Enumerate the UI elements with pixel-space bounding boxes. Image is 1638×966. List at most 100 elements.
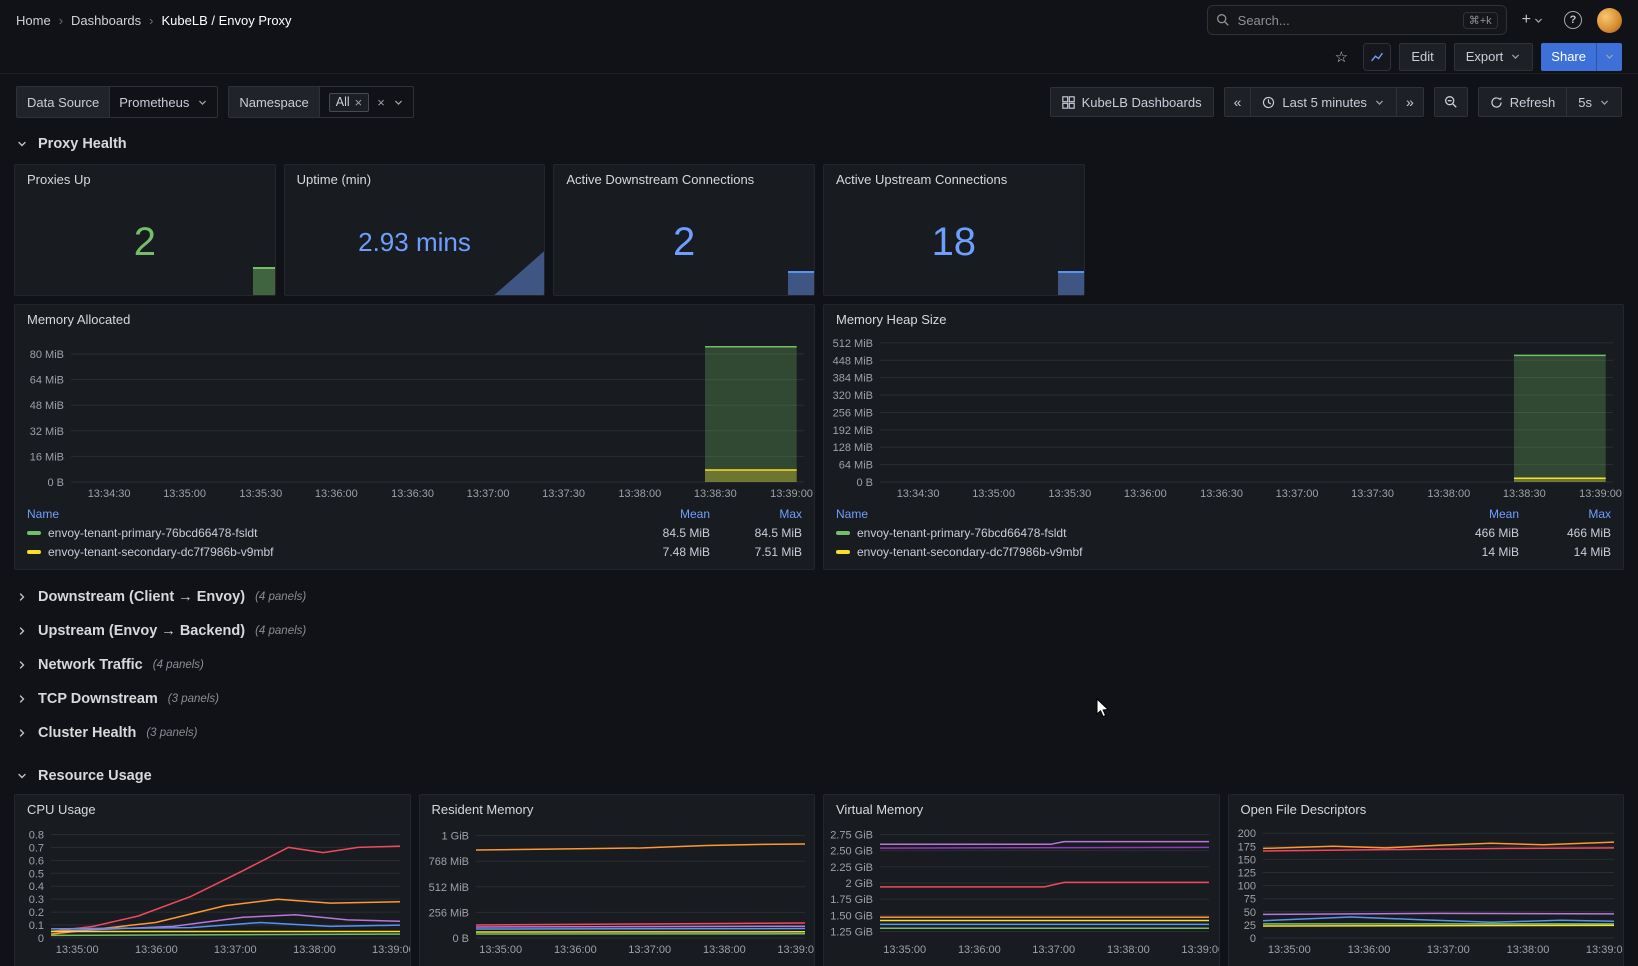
svg-text:13:37:00: 13:37:00: [1276, 488, 1319, 500]
time-range-picker[interactable]: Last 5 minutes: [1250, 87, 1397, 117]
refresh-icon: [1490, 96, 1503, 109]
legend-row[interactable]: envoy-tenant-primary-76bcd66478-fsldt84.…: [27, 523, 802, 542]
panel-cpu-usage[interactable]: CPU Usage 00.10.20.30.40.50.60.70.813:35…: [14, 794, 411, 966]
panel-title[interactable]: CPU Usage: [15, 795, 410, 820]
panel-title[interactable]: Memory Allocated: [15, 305, 814, 330]
breadcrumb-home[interactable]: Home: [16, 13, 51, 28]
insights-button[interactable]: [1363, 43, 1391, 71]
add-new-button[interactable]: +: [1517, 5, 1549, 35]
edit-button[interactable]: Edit: [1399, 43, 1445, 71]
user-avatar[interactable]: [1597, 8, 1622, 33]
grid-icon: [1062, 96, 1075, 109]
panel-memory-heap-size[interactable]: Memory Heap Size 0 B64 MiB128 MiB192 MiB…: [823, 304, 1624, 570]
section-downstream[interactable]: Downstream (Client → Envoy) (4 panels): [0, 580, 1638, 614]
memory-allocated-chart[interactable]: 0 B16 MiB32 MiB48 MiB64 MiB80 MiB13:34:3…: [15, 330, 814, 502]
svg-text:0 B: 0 B: [856, 477, 873, 489]
panel-resident-memory[interactable]: Resident Memory 0 B256 MiB512 MiB768 MiB…: [419, 794, 816, 966]
edit-label: Edit: [1411, 49, 1433, 64]
zoom-out-button[interactable]: [1434, 87, 1468, 117]
section-upstream[interactable]: Upstream (Envoy → Backend) (4 panels): [0, 614, 1638, 648]
section-panel-count: (3 panels): [168, 693, 219, 705]
svg-text:13:35:00: 13:35:00: [1267, 944, 1310, 956]
panel-uptime[interactable]: Uptime (min) 2.93 mins: [284, 164, 546, 296]
svg-text:13:38:30: 13:38:30: [1503, 488, 1546, 500]
panel-active-downstream-connections[interactable]: Active Downstream Connections 2: [553, 164, 815, 296]
open-file-descriptors-chart[interactable]: 025507510012515017520013:35:0013:36:0013…: [1229, 820, 1624, 958]
legend-row[interactable]: envoy-tenant-secondary-dc7f7986b-v9mbf7.…: [27, 542, 802, 561]
panel-memory-allocated[interactable]: Memory Allocated 0 B16 MiB32 MiB48 MiB64…: [14, 304, 815, 570]
series-color-swatch: [836, 550, 850, 554]
legend-header[interactable]: NameMeanMax: [27, 504, 802, 523]
star-dashboard-button[interactable]: ☆: [1327, 43, 1355, 71]
time-shift-back-button[interactable]: «: [1224, 87, 1252, 117]
global-search[interactable]: ⌘+k: [1207, 5, 1507, 35]
export-button[interactable]: Export: [1454, 43, 1534, 71]
breadcrumb-dashboards[interactable]: Dashboards: [71, 13, 141, 28]
stat-panels-row: Proxies Up 2 Uptime (min) 2.93 mins Acti…: [0, 164, 1638, 296]
time-picker-group: « Last 5 minutes »: [1224, 87, 1424, 117]
section-cluster-health[interactable]: Cluster Health (3 panels): [0, 716, 1638, 750]
svg-text:0 B: 0 B: [452, 933, 469, 945]
panel-title[interactable]: Active Upstream Connections: [824, 165, 1084, 190]
svg-text:13:38:00: 13:38:00: [293, 944, 336, 956]
svg-text:13:37:00: 13:37:00: [1032, 944, 1075, 956]
kubelb-dashboards-label: KubeLB Dashboards: [1082, 95, 1202, 110]
clear-all-icon[interactable]: ×: [377, 95, 385, 110]
svg-text:128 MiB: 128 MiB: [833, 442, 873, 454]
back-icon: «: [1234, 94, 1242, 110]
refresh-label: Refresh: [1510, 95, 1556, 110]
panel-open-file-descriptors[interactable]: Open File Descriptors 025507510012515017…: [1228, 794, 1625, 966]
share-options-button[interactable]: [1596, 43, 1622, 71]
svg-text:13:37:30: 13:37:30: [1351, 488, 1394, 500]
refresh-interval-label: 5s: [1578, 95, 1592, 110]
panel-title[interactable]: Proxies Up: [15, 165, 275, 190]
legend-row[interactable]: envoy-tenant-secondary-dc7f7986b-v9mbf14…: [836, 542, 1611, 561]
panel-title[interactable]: Resident Memory: [420, 795, 815, 820]
caret-down-icon: [1599, 97, 1610, 108]
stat-value: 2.93 mins: [285, 190, 545, 295]
panel-proxies-up[interactable]: Proxies Up 2: [14, 164, 276, 296]
resident-memory-chart[interactable]: 0 B256 MiB512 MiB768 MiB1 GiB13:35:0013:…: [420, 820, 815, 958]
panel-title[interactable]: Virtual Memory: [824, 795, 1219, 820]
panel-title[interactable]: Uptime (min): [285, 165, 545, 190]
legend-row[interactable]: envoy-tenant-primary-76bcd66478-fsldt466…: [836, 523, 1611, 542]
svg-text:13:36:00: 13:36:00: [1347, 944, 1390, 956]
search-icon: [1216, 13, 1230, 27]
section-proxy-health[interactable]: Proxy Health: [0, 132, 1638, 156]
time-shift-forward-button[interactable]: »: [1396, 87, 1424, 117]
panel-title[interactable]: Open File Descriptors: [1229, 795, 1624, 820]
svg-text:13:35:00: 13:35:00: [479, 944, 522, 956]
breadcrumb: Home › Dashboards › KubeLB / Envoy Proxy: [16, 13, 292, 28]
section-network-traffic[interactable]: Network Traffic (4 panels): [0, 648, 1638, 682]
namespace-picker[interactable]: All × ×: [320, 87, 413, 117]
datasource-picker[interactable]: Prometheus: [110, 87, 217, 117]
search-input[interactable]: [1238, 13, 1455, 28]
refresh-button[interactable]: Refresh: [1478, 87, 1568, 117]
svg-text:384 MiB: 384 MiB: [833, 373, 873, 385]
share-button[interactable]: Share: [1541, 43, 1596, 71]
section-panel-count: (4 panels): [153, 659, 204, 671]
panel-active-upstream-connections[interactable]: Active Upstream Connections 18: [823, 164, 1085, 296]
help-button[interactable]: ?: [1559, 5, 1587, 35]
svg-text:13:38:00: 13:38:00: [618, 488, 661, 500]
section-resource-usage[interactable]: Resource Usage: [0, 764, 1638, 788]
kubelb-dashboards-button[interactable]: KubeLB Dashboards: [1050, 87, 1214, 117]
memory-heap-chart[interactable]: 0 B64 MiB128 MiB192 MiB256 MiB320 MiB384…: [824, 330, 1623, 502]
sparkline: [1058, 271, 1084, 295]
namespace-chip-all[interactable]: All ×: [329, 93, 370, 112]
svg-text:0.1: 0.1: [29, 920, 44, 932]
panel-title[interactable]: Memory Heap Size: [824, 305, 1623, 330]
svg-text:0: 0: [1249, 933, 1255, 945]
remove-value-icon[interactable]: ×: [355, 95, 363, 110]
svg-text:512 MiB: 512 MiB: [428, 882, 468, 894]
virtual-memory-chart[interactable]: 1.25 GiB1.50 GiB1.75 GiB2 GiB2.25 GiB2.5…: [824, 820, 1219, 958]
cpu-usage-chart[interactable]: 00.10.20.30.40.50.60.70.813:35:0013:36:0…: [15, 820, 410, 958]
legend-header[interactable]: NameMeanMax: [836, 504, 1611, 523]
section-tcp-downstream[interactable]: TCP Downstream (3 panels): [0, 682, 1638, 716]
svg-text:13:35:00: 13:35:00: [883, 944, 926, 956]
panel-title[interactable]: Active Downstream Connections: [554, 165, 814, 190]
panel-virtual-memory[interactable]: Virtual Memory 1.25 GiB1.50 GiB1.75 GiB2…: [823, 794, 1220, 966]
svg-text:13:39:00: 13:39:00: [1579, 488, 1622, 500]
datasource-label: Data Source: [17, 87, 110, 117]
refresh-interval-picker[interactable]: 5s: [1566, 87, 1622, 117]
